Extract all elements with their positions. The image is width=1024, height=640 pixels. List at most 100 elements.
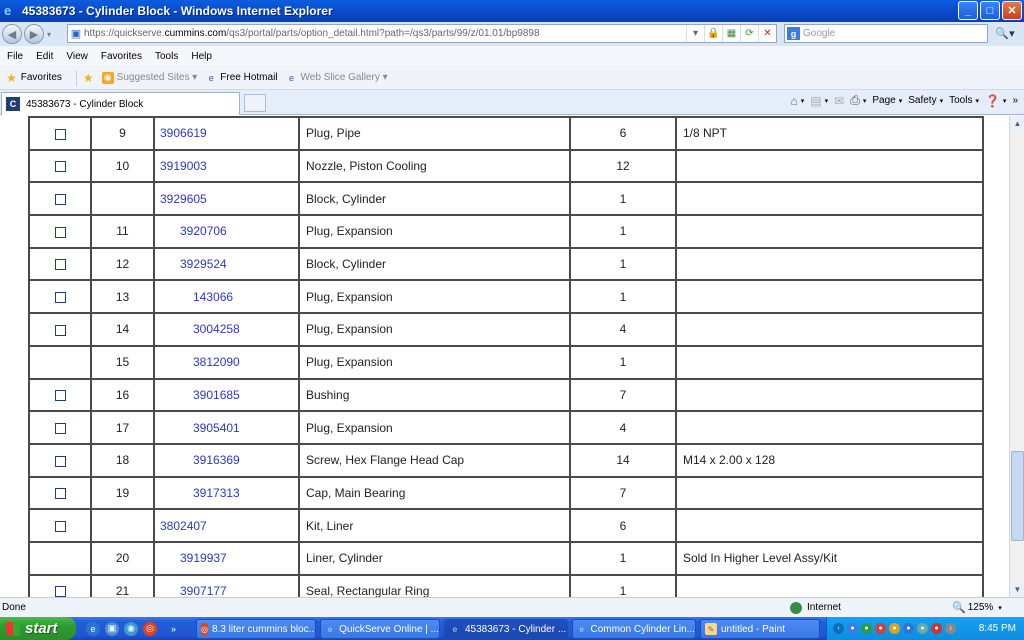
scroll-up-icon[interactable]: ▲ xyxy=(1010,116,1024,131)
part-number-link[interactable]: 3919937 xyxy=(180,551,227,565)
mail-button[interactable]: ✉ xyxy=(834,94,844,108)
row-checkbox[interactable] xyxy=(54,488,66,500)
favorite-free-hotmail[interactable]: e Free Hotmail xyxy=(205,72,278,84)
row-checkbox[interactable] xyxy=(54,259,66,271)
row-checkbox[interactable] xyxy=(54,194,66,206)
ref-number: 12 xyxy=(90,246,155,282)
page-content: 9 3906619 Plug, Pipe 6 1/8 NPT 10 3919003 Nozzl… xyxy=(0,116,1009,597)
feeds-button[interactable]: ▤ ▾ xyxy=(810,94,828,108)
quicklaunch-chevron-icon[interactable]: » xyxy=(171,624,176,634)
add-favorite-icon[interactable]: ★ xyxy=(83,71,94,85)
row-checkbox[interactable] xyxy=(54,324,66,336)
refresh-icon[interactable]: ⟳ xyxy=(740,25,758,42)
compatibility-view-icon[interactable]: ▦ xyxy=(722,25,740,42)
close-button[interactable]: ✕ xyxy=(1002,1,1022,20)
select-cell xyxy=(28,312,92,347)
task-cylinder-block[interactable]: e 45383673 - Cylinder ... xyxy=(444,619,568,639)
part-number-link[interactable]: 3905401 xyxy=(193,421,240,435)
tray-icon[interactable]: ● xyxy=(903,623,914,634)
tab-cylinder-block[interactable]: C 45383673 - Cylinder Block xyxy=(1,92,240,115)
home-button[interactable]: ⌂ ▾ xyxy=(791,94,805,108)
part-number-link[interactable]: 3929524 xyxy=(180,257,227,271)
task-label: untitled - Paint xyxy=(721,623,785,635)
favorites-button[interactable]: ★ Favorites xyxy=(6,71,62,85)
desktop-icon[interactable]: ▣ xyxy=(105,621,119,636)
favorite-web-slice-gallery[interactable]: e Web Slice Gallery ▾ xyxy=(286,72,388,84)
menu-help[interactable]: Help xyxy=(191,51,212,62)
back-button[interactable]: ◀ xyxy=(2,24,22,44)
part-number-link[interactable]: 3812090 xyxy=(193,355,240,369)
minimize-button[interactable]: _ xyxy=(958,1,978,20)
tray-icon[interactable]: ● xyxy=(931,623,942,634)
chrome-icon[interactable]: ◎ xyxy=(143,621,157,636)
part-number-link[interactable]: 3929605 xyxy=(160,192,207,206)
zoom-control[interactable]: 🔍 125% ▾ xyxy=(952,601,1002,614)
tray-icon[interactable]: ● xyxy=(847,623,858,634)
tray-icon[interactable]: ● xyxy=(875,623,886,634)
row-checkbox[interactable] xyxy=(54,520,66,532)
scroll-down-icon[interactable]: ▼ xyxy=(1010,582,1024,597)
address-dropdown-icon[interactable]: ▾ xyxy=(686,25,704,42)
scroll-thumb[interactable] xyxy=(1011,451,1024,541)
part-number-link[interactable]: 3917313 xyxy=(193,486,240,500)
part-number-link[interactable]: 3907177 xyxy=(180,584,227,597)
row-checkbox[interactable] xyxy=(54,292,66,304)
lock-icon[interactable]: 🔒 xyxy=(704,25,722,42)
tray-icon[interactable]: ● xyxy=(861,623,872,634)
chevron-more-icon[interactable]: » xyxy=(1012,95,1018,106)
select-cell xyxy=(28,410,92,445)
vertical-scrollbar[interactable]: ▲ ▼ xyxy=(1009,116,1024,597)
row-checkbox[interactable] xyxy=(54,226,66,238)
part-number-link[interactable]: 3916369 xyxy=(193,453,240,467)
search-button[interactable]: 🔍▾ xyxy=(990,25,1020,42)
page-menu[interactable]: Page ▾ xyxy=(872,95,902,106)
start-button[interactable]: start xyxy=(0,617,76,640)
printer-icon: ⎙ xyxy=(850,93,860,107)
history-dropdown-icon[interactable]: ▾ xyxy=(47,30,51,39)
part-number-link[interactable]: 3004258 xyxy=(193,322,240,336)
url-text[interactable]: https://quickserve.cummins.com/qs3/porta… xyxy=(84,28,686,39)
row-checkbox[interactable] xyxy=(54,586,66,597)
stop-icon[interactable]: ✕ xyxy=(758,25,776,42)
part-number-link[interactable]: 3802407 xyxy=(160,519,207,533)
quantity: 1 xyxy=(569,246,677,282)
part-number-link[interactable]: 3919003 xyxy=(160,159,207,173)
tray-icon[interactable]: ● xyxy=(917,623,928,634)
address-field[interactable]: ▣ https://quickserve.cummins.com/qs3/por… xyxy=(67,24,777,43)
select-cell xyxy=(28,344,92,380)
volume-icon[interactable]: ♪ xyxy=(945,623,956,634)
menu-view[interactable]: View xyxy=(66,51,88,62)
tray-arrow-icon[interactable]: ‹ xyxy=(833,623,844,634)
task-quickserve[interactable]: e QuickServe Online | ... xyxy=(320,619,440,639)
tray-icon[interactable]: ● xyxy=(889,623,900,634)
forward-button[interactable]: ▶ xyxy=(24,24,44,44)
help-button[interactable]: ❓ ▾ xyxy=(985,94,1006,108)
maximize-button[interactable]: □ xyxy=(980,1,1000,20)
menu-tools[interactable]: Tools xyxy=(155,51,178,62)
task-paint[interactable]: ✎ untitled - Paint xyxy=(700,619,820,639)
favorite-suggested-sites[interactable]: ◉ Suggested Sites ▾ xyxy=(101,71,197,84)
print-button[interactable]: ⎙ ▾ xyxy=(850,93,866,108)
row-checkbox[interactable] xyxy=(54,422,66,434)
part-number-link[interactable]: 143066 xyxy=(193,290,233,304)
menu-edit[interactable]: Edit xyxy=(36,51,53,62)
part-description: Nozzle, Piston Cooling xyxy=(298,148,571,184)
part-number-link[interactable]: 3901685 xyxy=(193,388,240,402)
row-checkbox[interactable] xyxy=(54,390,66,402)
task-common-cylinder[interactable]: e Common Cylinder Lin... xyxy=(572,619,696,639)
row-checkbox[interactable] xyxy=(54,455,66,467)
task-cummins-block[interactable]: ◎ 8.3 liter cummins bloc... xyxy=(196,619,316,639)
tools-menu[interactable]: Tools ▾ xyxy=(949,95,979,106)
new-tab-button[interactable] xyxy=(244,94,266,112)
menu-favorites[interactable]: Favorites xyxy=(101,51,142,62)
ref-number: 17 xyxy=(90,410,155,445)
search-input[interactable]: g Google xyxy=(784,24,988,43)
part-number-link[interactable]: 3920706 xyxy=(180,224,227,238)
row-checkbox[interactable] xyxy=(54,161,66,173)
row-checkbox[interactable] xyxy=(54,128,66,140)
part-number-link[interactable]: 3906619 xyxy=(160,126,207,140)
media-icon[interactable]: ◉ xyxy=(124,621,138,636)
ie-quicklaunch-icon[interactable]: e xyxy=(86,621,100,636)
safety-menu[interactable]: Safety ▾ xyxy=(908,95,943,106)
menu-file[interactable]: File xyxy=(7,51,23,62)
